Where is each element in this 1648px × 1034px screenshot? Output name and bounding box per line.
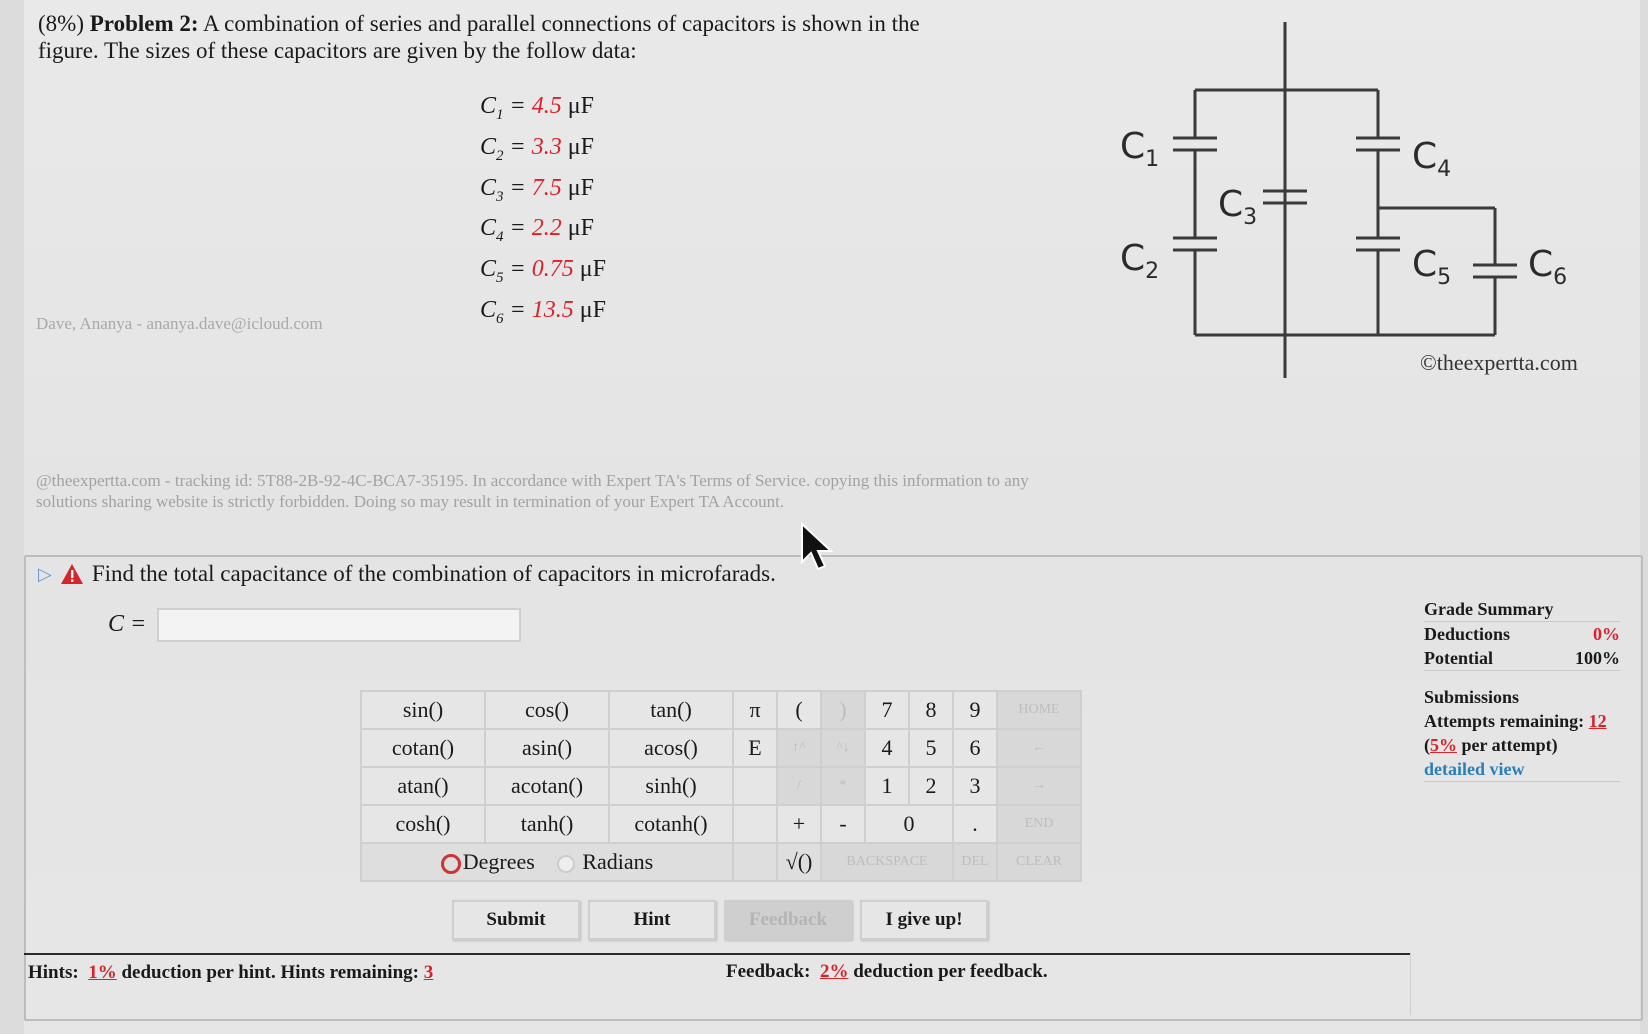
key-cotanh[interactable]: cotanh() xyxy=(608,804,734,844)
key-cosh[interactable]: cosh() xyxy=(360,804,486,844)
key-decimal[interactable]: . xyxy=(952,804,998,844)
answer-input[interactable] xyxy=(157,608,521,642)
key-atan[interactable]: atan() xyxy=(360,766,486,806)
key-backspace[interactable]: BACKSPACE xyxy=(820,842,954,882)
hints-remaining: 3 xyxy=(423,962,434,983)
play-triangle-icon[interactable]: ▷ xyxy=(38,564,52,585)
attempts-row: Attempts remaining: 12 xyxy=(1424,711,1607,731)
key-7[interactable]: 7 xyxy=(864,690,910,730)
key-3[interactable]: 3 xyxy=(952,766,998,806)
user-watermark: Dave, Ananya - ananya.dave@icloud.com xyxy=(36,314,323,333)
key-sinh[interactable]: sinh() xyxy=(608,766,734,806)
key-clear[interactable]: CLEAR xyxy=(996,842,1082,882)
tracking-notice: @theexpertta.com - tracking id: 5T88-2B-… xyxy=(36,471,1029,511)
key-sin[interactable]: sin() xyxy=(360,690,486,730)
cap-row-1: C1 = 4.5 μF xyxy=(480,93,594,123)
submit-button[interactable]: Submit xyxy=(452,900,580,940)
key-acotan[interactable]: acotan() xyxy=(484,766,610,806)
cap-row-4: C4 = 2.2 μF xyxy=(480,215,594,246)
key-acos[interactable]: acos() xyxy=(608,728,734,768)
problem-line1: A combination of series and parallel con… xyxy=(203,11,920,36)
key-9[interactable]: 9 xyxy=(952,690,998,730)
label-c4: C4 xyxy=(1412,136,1451,182)
vertical-divider xyxy=(1410,953,1411,1015)
key-right-arrow[interactable]: → xyxy=(996,766,1082,806)
problem-statement: (8%) Problem 2: A combination of series … xyxy=(38,10,1038,64)
feedback-percent: 2% xyxy=(819,961,849,982)
cap-row-6: C6 = 13.5 μF xyxy=(480,296,606,327)
cap-row-5: C5 = 0.75 μF xyxy=(480,256,606,286)
question-prompt: ▷ Find the total capacitance of the comb… xyxy=(38,561,776,587)
problem-weight: (8%) xyxy=(38,11,84,36)
question-text: Find the total capacitance of the combin… xyxy=(91,561,776,586)
key-1[interactable]: 1 xyxy=(864,766,910,806)
hint-divider xyxy=(24,953,1410,955)
key-blank-3 xyxy=(732,842,778,882)
key-cotan[interactable]: cotan() xyxy=(360,728,486,768)
degrees-radio[interactable] xyxy=(440,853,461,874)
key-0[interactable]: 0 xyxy=(864,804,954,844)
key-home[interactable]: HOME xyxy=(996,690,1082,730)
potential-row: Potential 100% xyxy=(1424,646,1620,671)
key-2[interactable]: 2 xyxy=(908,766,954,806)
problem-line2: figure. The sizes of these capacitors ar… xyxy=(38,38,637,63)
key-close-paren[interactable]: ) xyxy=(820,690,866,730)
deductions-row: Deductions 0% xyxy=(1424,624,1620,644)
answer-label: C = xyxy=(108,611,147,637)
cap-row-3: C3 = 7.5 μF xyxy=(480,174,594,205)
detailed-view-link[interactable]: detailed view xyxy=(1424,757,1620,782)
key-e[interactable]: E xyxy=(732,728,778,768)
per-attempt-row: (5% per attempt) xyxy=(1424,735,1558,755)
hints-info: Hints: 1% deduction per hint. Hints rema… xyxy=(28,962,434,983)
calculator-keypad: sin() cos() tan() π ( ) 7 8 9 HOME cotan… xyxy=(360,690,1082,882)
key-blank-1 xyxy=(732,766,778,806)
key-cos[interactable]: cos() xyxy=(484,690,610,730)
key-del[interactable]: DEL xyxy=(952,842,998,882)
key-end[interactable]: END xyxy=(996,804,1082,844)
key-divide[interactable]: / xyxy=(776,766,822,806)
key-blank-2 xyxy=(732,804,778,844)
label-c5: C5 xyxy=(1412,244,1451,290)
key-tan[interactable]: tan() xyxy=(608,690,734,730)
key-tanh[interactable]: tanh() xyxy=(484,804,610,844)
key-down-caret[interactable]: ^↓ xyxy=(820,728,866,768)
label-c6: C6 xyxy=(1528,244,1567,290)
angle-mode: Degrees Radians xyxy=(360,842,734,882)
label-c2: C2 xyxy=(1120,238,1159,284)
submissions-title: Submissions xyxy=(1424,687,1520,707)
warning-icon xyxy=(60,564,83,584)
key-8[interactable]: 8 xyxy=(908,690,954,730)
action-buttons: Submit Hint Feedback I give up! xyxy=(452,900,988,940)
key-minus[interactable]: - xyxy=(820,804,866,844)
hint-button[interactable]: Hint xyxy=(588,900,716,940)
label-c1: C1 xyxy=(1120,126,1159,172)
key-multiply[interactable]: * xyxy=(820,766,866,806)
grade-summary: Grade Summary Deductions 0% Potential 100%… xyxy=(1424,597,1620,782)
key-5[interactable]: 5 xyxy=(908,728,954,768)
cap-row-2: C2 = 3.3 μF xyxy=(480,133,594,164)
key-up-caret[interactable]: ↑^ xyxy=(776,728,822,768)
give-up-button[interactable]: I give up! xyxy=(860,900,988,940)
radians-radio[interactable] xyxy=(556,854,575,873)
problem-label: Problem 2: xyxy=(89,11,199,36)
key-asin[interactable]: asin() xyxy=(484,728,610,768)
degrees-label: Degrees xyxy=(462,849,535,874)
circuit-diagram: C1 C2 C3 C4 C5 C6 xyxy=(1120,22,1567,378)
feedback-info: Feedback: 2% deduction per feedback. xyxy=(726,961,1048,982)
key-left-arrow[interactable]: ← xyxy=(996,728,1082,768)
key-sqrt[interactable]: √() xyxy=(776,842,822,882)
label-c3: C3 xyxy=(1218,184,1257,230)
mouse-cursor-icon xyxy=(801,522,834,571)
key-4[interactable]: 4 xyxy=(864,728,910,768)
feedback-button[interactable]: Feedback xyxy=(724,900,852,940)
diagram-copyright: ©theexpertta.com xyxy=(1420,350,1578,375)
key-pi[interactable]: π xyxy=(732,690,778,730)
capacitor-values: C1 = 4.5 μF C2 = 3.3 μF C3 = 7.5 μF C4 =… xyxy=(480,90,606,335)
key-6[interactable]: 6 xyxy=(952,728,998,768)
key-open-paren[interactable]: ( xyxy=(776,690,822,730)
radians-label: Radians xyxy=(582,849,654,874)
hint-percent: 1% xyxy=(88,962,117,983)
key-plus[interactable]: + xyxy=(776,804,822,844)
grade-summary-title: Grade Summary xyxy=(1424,597,1620,622)
